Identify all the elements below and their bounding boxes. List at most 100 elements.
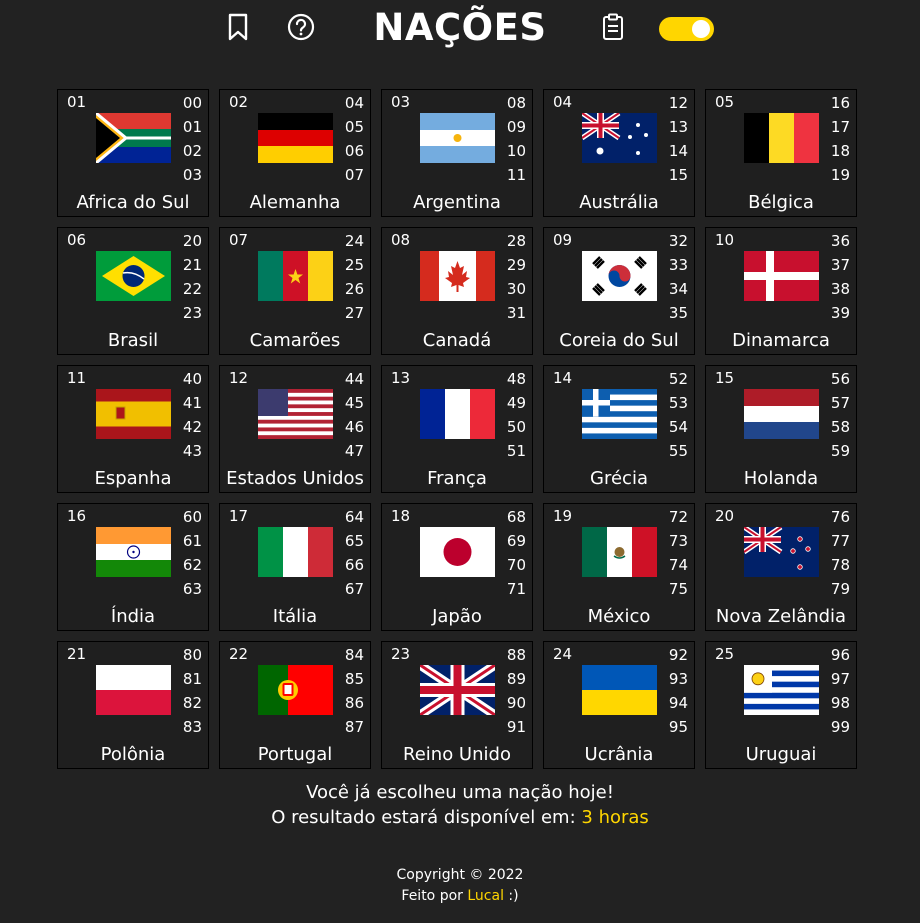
nation-number: 68 — [506, 508, 526, 526]
nation-number: 62 — [182, 556, 202, 574]
nation-numbers: 44 45 46 47 — [345, 369, 364, 465]
nation-card[interactable]: 17 64 65 66 67 Itália — [219, 503, 371, 631]
nation-card[interactable]: 12 44 45 46 47 Estados Unidos — [219, 365, 371, 493]
flag-es — [96, 389, 171, 439]
nation-index: 02 — [229, 93, 249, 111]
nation-numbers: 08 09 10 11 — [507, 93, 526, 189]
clipboard-icon[interactable] — [601, 12, 625, 42]
theme-toggle[interactable] — [659, 17, 714, 41]
nation-card[interactable]: 05 16 17 18 19 Bélgica — [705, 89, 857, 217]
nation-number: 26 — [344, 280, 364, 298]
nation-name: Ucrânia — [584, 744, 654, 765]
nation-numbers: 48 49 50 51 — [507, 369, 526, 465]
author-link[interactable]: Lucal — [467, 888, 504, 904]
nation-number: 80 — [182, 646, 202, 664]
nation-numbers: 64 65 66 67 — [345, 507, 364, 603]
nation-number: 17 — [830, 118, 850, 136]
nation-numbers: 60 61 62 63 — [183, 507, 202, 603]
nation-card[interactable]: 14 52 53 54 55 Grécia — [543, 365, 695, 493]
nation-card[interactable]: 09 32 33 34 35 Coreia do Sul — [543, 227, 695, 355]
nation-name: Portugal — [257, 744, 333, 765]
flag-us — [258, 389, 333, 439]
nation-number: 19 — [830, 166, 850, 184]
nation-card[interactable]: 23 88 89 90 91 Reino Unido — [381, 641, 533, 769]
flag-de — [258, 113, 333, 163]
nation-card[interactable]: 13 48 49 50 51 França — [381, 365, 533, 493]
nation-number: 98 — [830, 694, 850, 712]
nation-card[interactable]: 19 72 73 74 75 México — [543, 503, 695, 631]
nation-number: 36 — [830, 232, 850, 250]
flag-kr — [582, 251, 657, 301]
nation-index: 24 — [553, 645, 573, 663]
flag-au — [582, 113, 657, 163]
nation-card[interactable]: 24 92 93 94 95 Ucrânia — [543, 641, 695, 769]
nation-card[interactable]: 08 28 29 30 31 Canadá — [381, 227, 533, 355]
nation-number: 02 — [182, 142, 202, 160]
nation-index: 20 — [715, 507, 735, 525]
flag-pt — [258, 665, 333, 715]
nation-number: 22 — [182, 280, 202, 298]
nation-number: 66 — [344, 556, 364, 574]
nation-card[interactable]: 06 20 21 22 23 Brasil — [57, 227, 209, 355]
nation-numbers: 52 53 54 55 — [669, 369, 688, 465]
nation-card[interactable]: 01 00 01 02 03 Africa do Sul — [57, 89, 209, 217]
flag-fr — [420, 389, 495, 439]
flag-cm — [258, 251, 333, 301]
nation-card[interactable]: 04 12 13 14 15 Austrália — [543, 89, 695, 217]
nation-number: 70 — [506, 556, 526, 574]
result-message: O resultado estará disponível em: 3 hora… — [0, 806, 920, 830]
nation-number: 30 — [506, 280, 526, 298]
nation-index: 13 — [391, 369, 411, 387]
nation-name: Canadá — [422, 330, 492, 351]
flag-mx — [582, 527, 657, 577]
flag-br — [96, 251, 171, 301]
nation-card[interactable]: 22 84 85 86 87 Portugal — [219, 641, 371, 769]
flag-ar — [420, 113, 495, 163]
nation-number: 46 — [344, 418, 364, 436]
nation-index: 16 — [67, 507, 87, 525]
nation-card[interactable]: 16 60 61 62 63 Índia — [57, 503, 209, 631]
flag-nz — [744, 527, 819, 577]
nation-number: 76 — [830, 508, 850, 526]
nation-index: 23 — [391, 645, 411, 663]
nation-number: 55 — [668, 442, 688, 460]
nation-number: 40 — [182, 370, 202, 388]
nation-number: 64 — [344, 508, 364, 526]
nation-index: 15 — [715, 369, 735, 387]
nation-number: 82 — [182, 694, 202, 712]
nation-name: Reino Unido — [403, 744, 511, 765]
flag-gb — [420, 665, 495, 715]
nation-number: 52 — [668, 370, 688, 388]
nation-numbers: 28 29 30 31 — [507, 231, 526, 327]
nation-number: 42 — [182, 418, 202, 436]
nation-number: 04 — [344, 94, 364, 112]
nation-card[interactable]: 15 56 57 58 59 Holanda — [705, 365, 857, 493]
nation-card[interactable]: 03 08 09 10 11 Argentina — [381, 89, 533, 217]
nation-number: 57 — [830, 394, 850, 412]
nation-name: Holanda — [743, 468, 819, 489]
nation-index: 07 — [229, 231, 249, 249]
nation-number: 86 — [344, 694, 364, 712]
nation-number: 32 — [668, 232, 688, 250]
nation-card[interactable]: 20 76 77 78 79 Nova Zelândia — [705, 503, 857, 631]
nation-card[interactable]: 07 24 25 26 27 Camarões — [219, 227, 371, 355]
nation-name: Argentina — [413, 192, 501, 213]
flag-ua — [582, 665, 657, 715]
nation-number: 44 — [344, 370, 364, 388]
nation-card[interactable]: 02 04 05 06 07 Alemanha — [219, 89, 371, 217]
nation-number: 89 — [506, 670, 526, 688]
nation-index: 22 — [229, 645, 249, 663]
nation-number: 33 — [668, 256, 688, 274]
nation-number: 83 — [182, 718, 202, 736]
nation-card[interactable]: 21 80 81 82 83 Polônia — [57, 641, 209, 769]
nation-number: 58 — [830, 418, 850, 436]
nation-number: 06 — [344, 142, 364, 160]
nation-card[interactable]: 25 96 97 98 99 Uruguai — [705, 641, 857, 769]
nation-number: 81 — [182, 670, 202, 688]
nation-name: Polônia — [100, 744, 166, 765]
nation-card[interactable]: 11 40 41 42 43 Espanha — [57, 365, 209, 493]
nation-index: 11 — [67, 369, 87, 387]
nation-number: 07 — [344, 166, 364, 184]
nation-card[interactable]: 10 36 37 38 39 Dinamarca — [705, 227, 857, 355]
nation-card[interactable]: 18 68 69 70 71 Japão — [381, 503, 533, 631]
